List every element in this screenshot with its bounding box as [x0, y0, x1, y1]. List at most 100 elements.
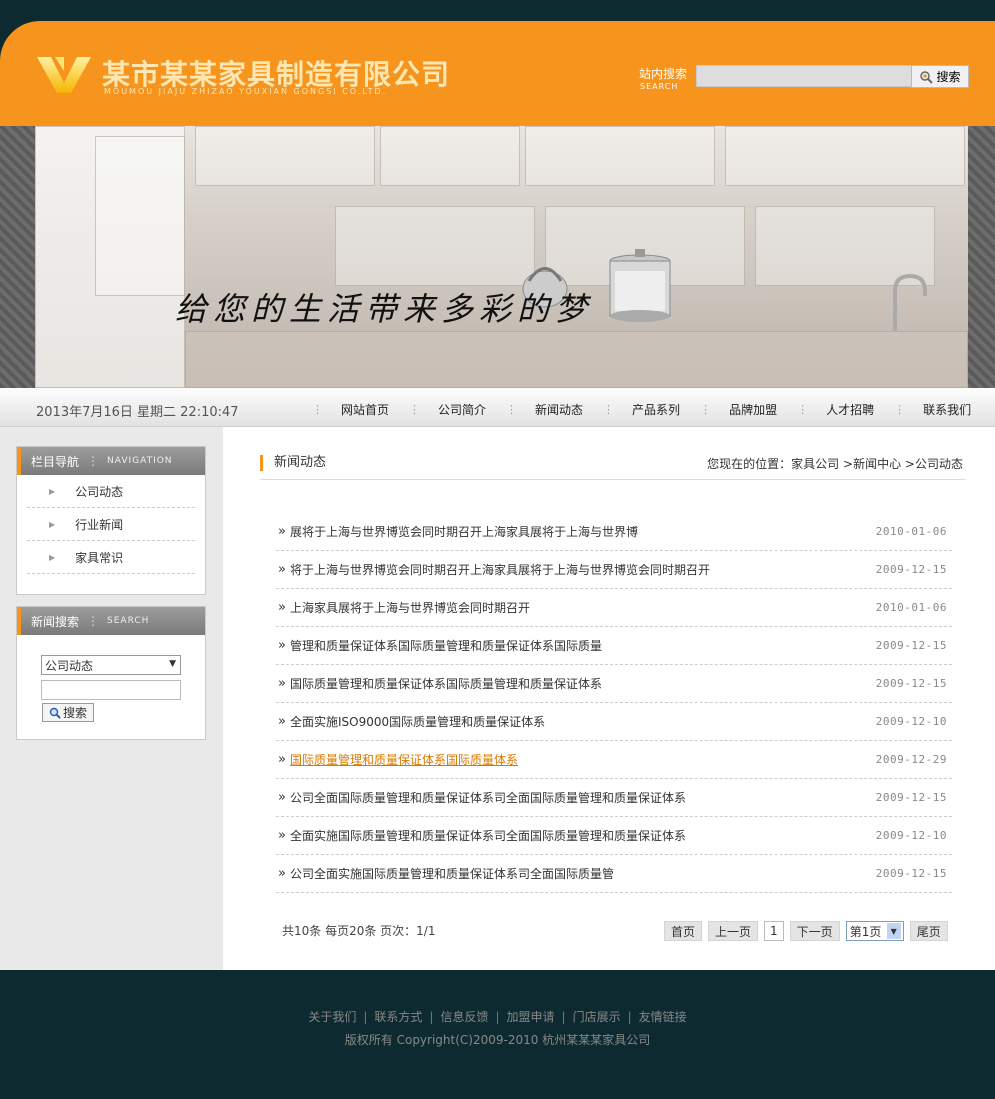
footer-link-franchise[interactable]: 加盟申请 — [507, 1010, 555, 1024]
nav-divider: ⋮ — [312, 403, 323, 416]
footer-link-contact[interactable]: 联系方式 — [374, 1010, 422, 1024]
banner-cabinet — [525, 126, 715, 186]
category-item-industry-news[interactable]: ▶ 行业新闻 — [27, 508, 195, 541]
page-select[interactable]: 第1页 ▼ — [845, 921, 904, 941]
nav-item-careers[interactable]: ⋮ 人才招聘 — [797, 401, 894, 418]
header-divider: ⋮ — [87, 614, 100, 628]
news-search-button[interactable]: 搜索 — [42, 703, 94, 722]
news-row: » 将于上海与世界博览会同时期召开上海家具展将于上海与世界博览会同时期召开 2009… — [276, 551, 952, 589]
banner-counter — [185, 331, 968, 388]
banner-slogan: 给您的生活带来多彩的梦 — [175, 290, 594, 328]
news-date: 2009-12-15 — [875, 563, 947, 576]
nav-item-franchise[interactable]: ⋮ 品牌加盟 — [700, 401, 797, 418]
banner-image: 给您的生活带来多彩的梦 — [35, 126, 968, 388]
footer-separator: | — [561, 1010, 566, 1024]
footer-separator: | — [429, 1010, 434, 1024]
nav-item-about[interactable]: ⋮ 公司简介 — [409, 401, 506, 418]
nav-divider: ⋮ — [409, 403, 421, 416]
nav-link-news[interactable]: 新闻动态 — [535, 401, 583, 418]
news-title-link[interactable]: 上海家具展将于上海与世界博览会同时期召开 — [290, 599, 530, 616]
news-date: 2009-12-15 — [875, 639, 947, 652]
double-chevron-icon: » — [278, 600, 286, 615]
triangle-bullet-icon: ▶ — [49, 519, 56, 529]
prev-page-button[interactable]: 上一页 — [708, 921, 759, 941]
news-list: » 展将于上海与世界博览会同时期召开上海家具展将于上海与世界博 2010-01-06… — [276, 513, 952, 893]
category-nav-title-en: NAVIGATION — [107, 456, 173, 466]
breadcrumb-prefix: 您现在的位置： — [707, 457, 792, 471]
nav-link-careers[interactable]: 人才招聘 — [826, 401, 874, 418]
breadcrumb-item-home[interactable]: 家具公司 — [791, 457, 839, 471]
banner-frame: 给您的生活带来多彩的梦 — [0, 126, 995, 388]
news-keyword-input[interactable] — [41, 680, 181, 700]
site-search-button[interactable]: 搜索 — [911, 65, 969, 88]
banner-cabinet — [725, 126, 965, 186]
last-page-button[interactable]: 尾页 — [909, 921, 948, 941]
news-title-link[interactable]: 管理和质量保证体系国际质量管理和质量保证体系国际质量 — [290, 637, 602, 654]
news-search-button-label: 搜索 — [62, 706, 87, 720]
footer-link-about[interactable]: 关于我们 — [308, 1010, 356, 1024]
news-title-link[interactable]: 将于上海与世界博览会同时期召开上海家具展将于上海与世界博览会同时期召开 — [290, 561, 710, 578]
nav-item-home[interactable]: ⋮ 网站首页 — [312, 401, 409, 418]
nav-item-news[interactable]: ⋮ 新闻动态 — [506, 401, 603, 418]
triangle-bullet-icon: ▶ — [49, 552, 56, 562]
site-search-label-en: SEARCH — [640, 82, 679, 91]
news-title-link[interactable]: 公司全面实施国际质量管理和质量保证体系司全面国际质量管 — [290, 865, 614, 882]
footer-link-friends[interactable]: 友情链接 — [639, 1010, 687, 1024]
double-chevron-icon: » — [278, 562, 286, 577]
footer-separator: | — [627, 1010, 632, 1024]
magnifier-icon — [920, 70, 934, 84]
news-row: » 展将于上海与世界博览会同时期召开上海家具展将于上海与世界博 2010-01-06 — [276, 513, 952, 551]
double-chevron-icon: » — [278, 828, 286, 843]
breadcrumb-separator: > — [904, 457, 915, 471]
nav-link-about[interactable]: 公司简介 — [438, 401, 486, 418]
pager-info: 共10条 每页20条 页次：1/1 — [282, 924, 436, 938]
breadcrumb: 您现在的位置：家具公司 >新闻中心 >公司动态 — [707, 455, 963, 472]
news-category-select-value: 公司动态 — [45, 658, 94, 673]
news-title-link-hovered[interactable]: 国际质量管理和质量保证体系国际质量体系 — [290, 751, 518, 768]
company-name-en: MOUMOU JIAJU ZHIZAO YOUXIAN GONGSI CO.LT… — [104, 87, 388, 96]
page-select-value: 第1页 — [849, 924, 882, 939]
current-page-number[interactable]: 1 — [764, 921, 784, 941]
triangle-bullet-icon: ▶ — [49, 486, 56, 496]
magnifier-icon — [49, 707, 61, 719]
next-page-button[interactable]: 下一页 — [789, 921, 840, 941]
category-item-label: 公司动态 — [75, 484, 124, 499]
double-chevron-icon: » — [278, 524, 286, 539]
news-title-link[interactable]: 公司全面国际质量管理和质量保证体系司全面国际质量管理和质量保证体系 — [290, 789, 686, 806]
double-chevron-icon: » — [278, 676, 286, 691]
news-title-link[interactable]: 全面实施ISO9000国际质量管理和质量保证体系 — [290, 713, 545, 730]
news-category-select[interactable]: 公司动态 ▼ — [41, 655, 181, 675]
nav-item-products[interactable]: ⋮ 产品系列 — [603, 401, 700, 418]
site-search-input[interactable] — [696, 65, 912, 87]
dropdown-caret-icon: ▼ — [169, 659, 176, 669]
content-header: 新闻动态 您现在的位置：家具公司 >新闻中心 >公司动态 — [260, 454, 965, 480]
category-item-company-news[interactable]: ▶ 公司动态 — [27, 475, 195, 508]
faucet-icon — [893, 273, 927, 331]
news-date: 2009-12-15 — [875, 677, 947, 690]
news-title-link[interactable]: 全面实施国际质量管理和质量保证体系司全面国际质量管理和质量保证体系 — [290, 827, 686, 844]
nav-link-home[interactable]: 网站首页 — [341, 401, 389, 418]
nav-menu: ⋮ 网站首页 ⋮ 公司简介 ⋮ 新闻动态 ⋮ 产品系列 ⋮ 品牌加盟 ⋮ 人才招聘 ⋮ 联系我… — [312, 401, 991, 418]
nav-item-contact[interactable]: ⋮ 联系我们 — [894, 401, 991, 418]
nav-link-products[interactable]: 产品系列 — [632, 401, 680, 418]
nav-divider: ⋮ — [894, 403, 906, 416]
category-nav-box: 栏目导航 ⋮ NAVIGATION ▶ 公司动态 ▶ 行业新闻 ▶ 家具常识 — [16, 446, 206, 595]
news-search-box: 新闻搜索 ⋮ SEARCH 公司动态 ▼ 搜索 — [16, 606, 206, 740]
news-title-link[interactable]: 国际质量管理和质量保证体系国际质量管理和质量保证体系 — [290, 675, 602, 692]
breadcrumb-item-news-center[interactable]: 新闻中心 — [853, 457, 901, 471]
news-title-link[interactable]: 展将于上海与世界博览会同时期召开上海家具展将于上海与世界博 — [290, 523, 638, 540]
category-item-furniture-tips[interactable]: ▶ 家具常识 — [27, 541, 195, 574]
news-date: 2009-12-29 — [875, 753, 947, 766]
news-row: » 国际质量管理和质量保证体系国际质量体系 2009-12-29 — [276, 741, 952, 779]
nav-link-franchise[interactable]: 品牌加盟 — [729, 401, 777, 418]
first-page-button[interactable]: 首页 — [664, 921, 703, 941]
breadcrumb-item-company-news[interactable]: 公司动态 — [915, 457, 963, 471]
news-date: 2010-01-06 — [875, 525, 947, 538]
news-search-header: 新闻搜索 ⋮ SEARCH — [17, 607, 205, 635]
news-row: » 公司全面实施国际质量管理和质量保证体系司全面国际质量管 2009-12-15 — [276, 855, 952, 893]
footer-link-feedback[interactable]: 信息反馈 — [440, 1010, 488, 1024]
banner-cabinet — [335, 206, 535, 286]
main-area: 栏目导航 ⋮ NAVIGATION ▶ 公司动态 ▶ 行业新闻 ▶ 家具常识 新… — [0, 427, 995, 970]
nav-link-contact[interactable]: 联系我们 — [923, 401, 971, 418]
footer-link-stores[interactable]: 门店展示 — [573, 1010, 621, 1024]
